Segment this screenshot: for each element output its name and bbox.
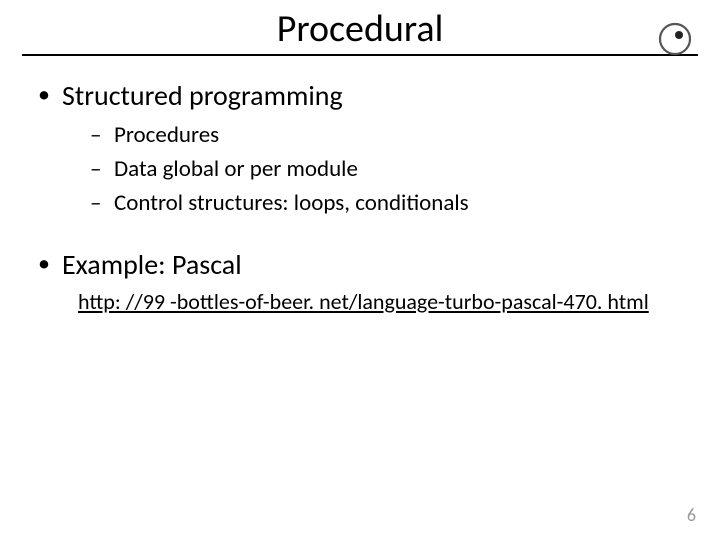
title-underline — [22, 54, 698, 56]
title-area: Procedural — [0, 0, 720, 60]
sub-bullet-text: Procedures — [114, 121, 219, 149]
slide-title: Procedural — [0, 6, 720, 52]
bullet-list: Structured programming Procedures Data g… — [34, 78, 686, 282]
sub-bullet: Data global or per module — [90, 155, 686, 185]
sub-bullet-text: Data global or per module — [114, 155, 358, 183]
bullet-structured-programming: Structured programming Procedures Data g… — [34, 78, 686, 219]
sub-bullet: Control structures: loops, conditionals — [90, 189, 686, 219]
bullet-text: Structured programming — [62, 78, 343, 113]
page-number: 6 — [687, 504, 696, 526]
bullet-example-pascal: Example: Pascal — [34, 247, 686, 282]
bullet-text: Example: Pascal — [62, 247, 242, 282]
slide: Procedural Structured programming Proced… — [0, 0, 720, 540]
sub-bullet-text: Control structures: loops, conditionals — [114, 189, 469, 217]
example-link[interactable]: http: //99 -bottles-of-beer. net/languag… — [78, 288, 686, 315]
slide-body: Structured programming Procedures Data g… — [0, 60, 720, 315]
sub-bullet: Procedures — [90, 121, 686, 151]
sub-bullet-list: Procedures Data global or per module Con… — [62, 121, 686, 219]
logo-icon — [658, 22, 692, 61]
